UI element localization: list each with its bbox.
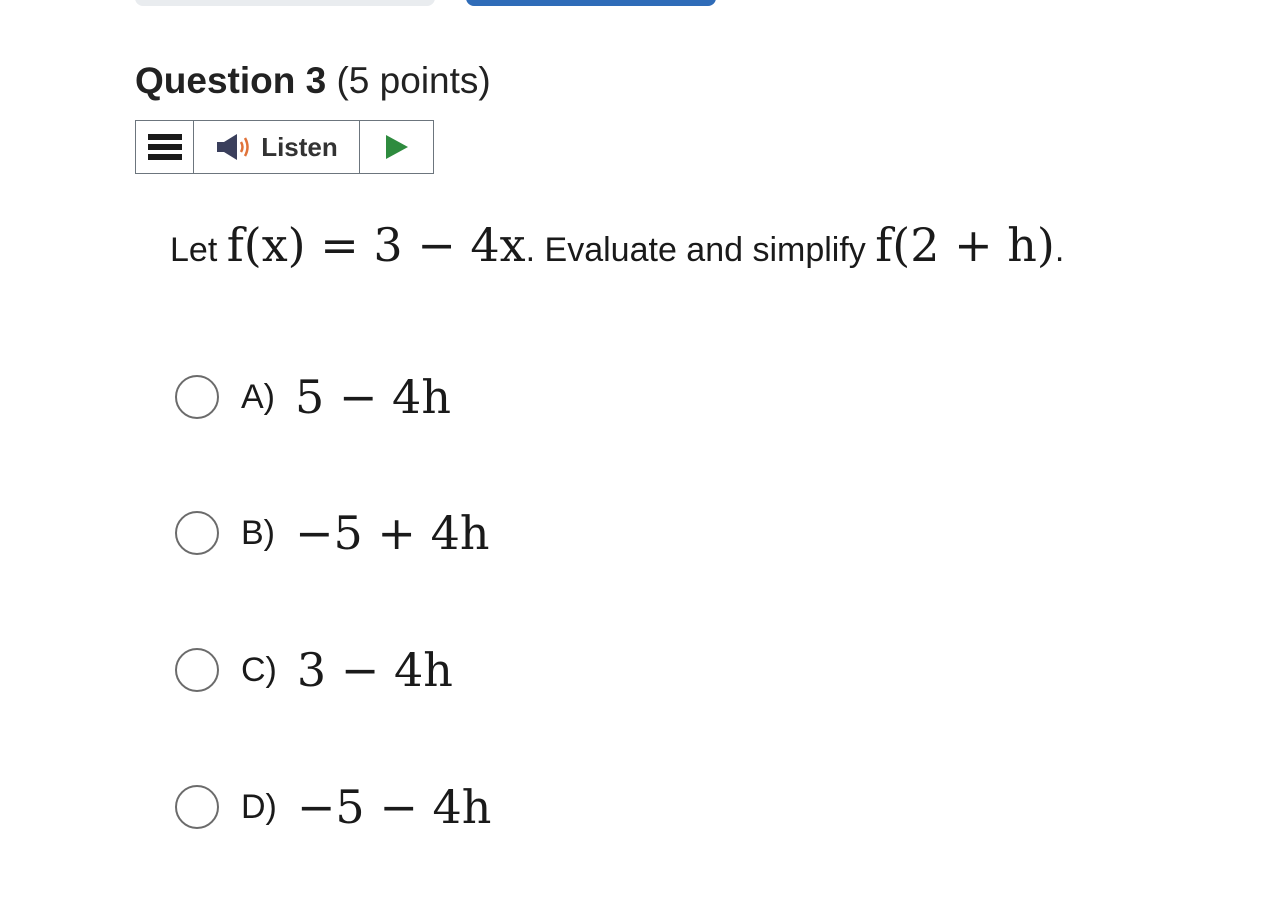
listen-toolbar: Listen [135,120,434,174]
option-letter: D) [241,787,277,826]
play-button[interactable] [360,121,433,173]
prompt-end: . [1054,231,1065,269]
listen-button[interactable]: Listen [194,121,360,173]
menu-icon [147,134,182,160]
listen-label: Listen [261,131,338,162]
radio-button-c[interactable] [175,648,219,692]
option-letter: B) [241,513,275,552]
play-icon [385,135,408,159]
question-header: Question 3 (5 points) [135,56,491,106]
question-points: (5 points) [336,60,491,101]
option-d[interactable]: D) −5 − 4h [175,777,491,837]
option-answer: 3 − 4h [296,643,453,697]
prompt-let: Let [170,231,218,269]
toolbar-menu-button[interactable] [136,121,194,173]
option-answer: 5 − 4h [295,370,451,424]
option-answer: −5 − 4h [296,780,492,834]
radio-button-a[interactable] [175,375,219,419]
option-letter: A) [241,377,275,416]
radio-button-b[interactable] [175,511,219,555]
speaker-icon [217,134,249,160]
prompt-instruction: . Evaluate and simplify [525,231,866,269]
primary-nav-button[interactable] [466,0,716,6]
function-definition: f(x) = 3 − 4x [226,218,526,272]
secondary-nav-button[interactable] [135,0,435,6]
option-c[interactable]: C) 3 − 4h [175,640,453,700]
option-a[interactable]: A) 5 − 4h [175,367,451,427]
option-letter: C) [241,650,277,689]
option-answer: −5 + 4h [295,506,490,560]
option-b[interactable]: B) −5 + 4h [175,503,490,563]
question-prompt: Let f(x) = 3 − 4x. Evaluate and simplify… [170,210,1064,285]
radio-button-d[interactable] [175,785,219,829]
question-title: Question 3 [135,60,327,101]
function-to-evaluate: f(2 + h) [875,218,1055,272]
